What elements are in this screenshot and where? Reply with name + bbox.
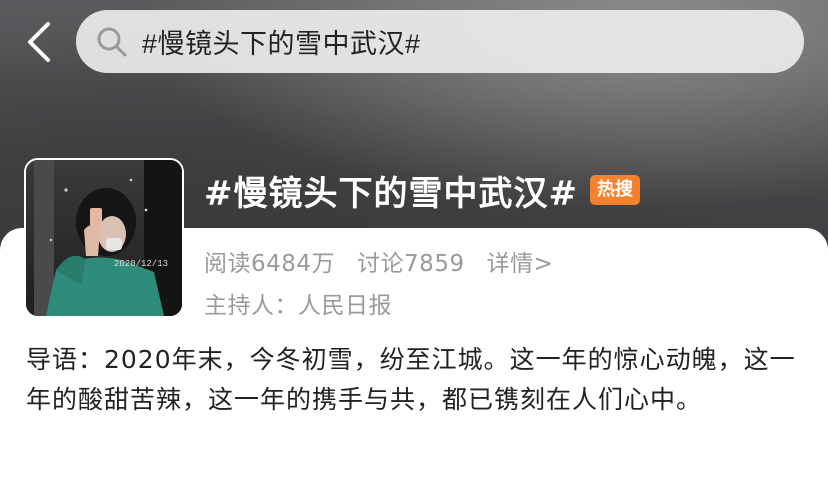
read-count: 阅读6484万 (204, 251, 336, 277)
discussion-count: 讨论7859 (357, 251, 465, 277)
topic-thumbnail[interactable]: 2020/12/13 (24, 158, 184, 318)
search-query[interactable]: #慢镜头下的雪中武汉# (142, 22, 421, 61)
search-bar[interactable]: #慢镜头下的雪中武汉# (76, 10, 804, 73)
topic-title-row: #慢镜头下的雪中武汉# 热搜 (204, 164, 640, 216)
chevron-left-icon (28, 22, 50, 62)
back-button[interactable] (18, 18, 58, 66)
topic-host[interactable]: 主持人：人民日报 (204, 286, 392, 320)
topic-intro: 导语：2020年末，今冬初雪，纷至江城。这一年的惊心动魄，这一年的酸甜苦辣，这一… (26, 345, 796, 414)
search-icon (97, 27, 127, 56)
thumbnail-image: 2020/12/13 (26, 160, 182, 316)
hot-search-badge: 热搜 (589, 175, 640, 205)
details-link[interactable]: 详情> (487, 244, 554, 278)
topic-title: #慢镜头下的雪中武汉# (204, 173, 578, 214)
thumbnail-stamp: 2020/12/13 (114, 259, 168, 269)
topic-stats: 阅读6484万 讨论7859 详情> (204, 244, 553, 278)
